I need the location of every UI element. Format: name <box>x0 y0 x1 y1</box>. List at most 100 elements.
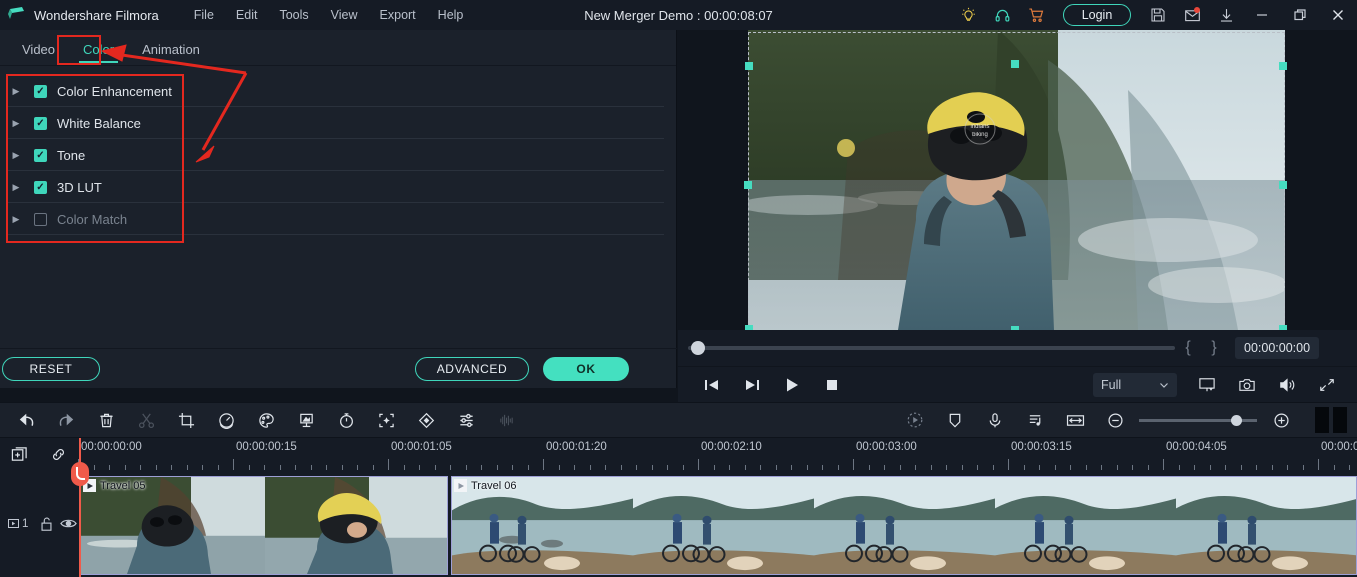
preview-video-frame[interactable]: indians biking <box>748 30 1285 330</box>
keyframe-icon[interactable] <box>406 402 446 438</box>
menu-view[interactable]: View <box>320 5 369 25</box>
save-icon[interactable] <box>1141 0 1175 30</box>
download-icon[interactable] <box>1209 0 1243 30</box>
checkbox-color-match[interactable] <box>34 212 47 226</box>
menu-help[interactable]: Help <box>427 5 475 25</box>
handle-top-left[interactable] <box>745 62 753 70</box>
quality-dropdown[interactable]: Full <box>1093 372 1177 397</box>
lightbulb-icon[interactable] <box>951 0 985 30</box>
crop-icon[interactable] <box>166 402 206 438</box>
redo-icon[interactable] <box>46 402 86 438</box>
zoom-in-button[interactable] <box>1261 402 1301 438</box>
mail-icon[interactable] <box>1175 0 1209 30</box>
minimize-button[interactable] <box>1243 0 1281 30</box>
handle-middle-right[interactable] <box>1279 181 1287 189</box>
tab-video[interactable]: Video <box>8 36 69 65</box>
chevron-right-icon[interactable]: ▶ <box>8 118 24 129</box>
zoom-slider[interactable] <box>1139 414 1257 426</box>
undo-icon[interactable] <box>6 402 46 438</box>
reset-button[interactable]: RESET <box>2 356 100 381</box>
preview-timecode[interactable]: 00:00:00:00 <box>1235 337 1320 359</box>
playhead[interactable] <box>79 438 81 577</box>
menu-export[interactable]: Export <box>369 5 427 25</box>
mark-out-button[interactable]: } <box>1201 339 1227 357</box>
login-button[interactable]: Login <box>1063 4 1131 26</box>
title-bar: Wondershare Filmora File Edit Tools View… <box>0 0 1357 30</box>
audio-waveform-icon[interactable] <box>486 402 526 438</box>
close-button[interactable] <box>1319 0 1357 30</box>
advanced-button[interactable]: ADVANCED <box>415 356 529 381</box>
handle-top-center[interactable] <box>1011 60 1019 68</box>
app-logo-icon <box>6 4 28 26</box>
effect-row-color-enhancement[interactable]: ▶ ✓ Color Enhancement <box>0 75 676 107</box>
chevron-right-icon[interactable]: ▶ <box>8 182 24 193</box>
timeline-ruler[interactable]: 00:00:00:00 00:00:00:15 00:00:01:05 00:0… <box>78 438 1357 470</box>
effect-row-tone[interactable]: ▶ ✓ Tone <box>0 139 676 171</box>
app-name: Wondershare Filmora <box>34 7 159 23</box>
snapshot-icon[interactable] <box>1227 367 1267 403</box>
clip-name: Travel 05 <box>100 479 146 492</box>
display-icon[interactable] <box>1187 367 1227 403</box>
timeline-track[interactable]: Travel 05 Travel 06 <box>78 470 1357 577</box>
cart-icon[interactable] <box>1019 0 1053 30</box>
timeline-clip[interactable]: Travel 05 <box>80 476 448 575</box>
volume-icon[interactable] <box>1267 367 1307 403</box>
render-preview-icon[interactable] <box>895 402 935 438</box>
play-button[interactable] <box>772 367 812 403</box>
ruler-tick <box>698 459 699 470</box>
green-screen-icon[interactable] <box>286 402 326 438</box>
maximize-button[interactable] <box>1281 0 1319 30</box>
ruler-label: 00:00:03:15 <box>1011 441 1072 453</box>
track-lock-icon[interactable] <box>36 509 56 539</box>
ok-button[interactable]: OK <box>543 356 629 381</box>
menu-tools[interactable]: Tools <box>268 5 319 25</box>
chevron-right-icon[interactable]: ▶ <box>8 214 24 225</box>
checkbox-color-enhancement[interactable]: ✓ <box>34 84 47 98</box>
speed-icon[interactable] <box>206 402 246 438</box>
voiceover-icon[interactable] <box>975 402 1015 438</box>
scrubber-track[interactable] <box>688 341 1175 355</box>
menu-edit[interactable]: Edit <box>225 5 269 25</box>
handle-middle-left[interactable] <box>744 181 752 189</box>
checkbox-3d-lut[interactable]: ✓ <box>34 180 47 194</box>
split-icon[interactable] <box>126 402 166 438</box>
effect-label: Color Enhancement <box>57 83 172 99</box>
mark-in-button[interactable]: { <box>1175 339 1201 357</box>
color-icon[interactable] <box>246 402 286 438</box>
effect-row-white-balance[interactable]: ▶ ✓ White Balance <box>0 107 676 139</box>
effect-row-color-match[interactable]: ▶ Color Match <box>0 203 676 235</box>
tab-animation[interactable]: Animation <box>128 36 214 65</box>
marker-icon[interactable] <box>935 402 975 438</box>
chevron-right-icon[interactable]: ▶ <box>8 150 24 161</box>
stop-button[interactable] <box>812 367 852 403</box>
tab-color[interactable]: Color <box>69 36 128 65</box>
zoom-slider-handle[interactable] <box>1231 414 1242 426</box>
prev-frame-button[interactable] <box>692 367 732 403</box>
timer-icon[interactable] <box>326 402 366 438</box>
audio-mixer-icon[interactable] <box>446 402 486 438</box>
fit-timeline-icon[interactable] <box>1055 402 1095 438</box>
motion-tracking-icon[interactable] <box>366 402 406 438</box>
thumbnail <box>995 477 1176 574</box>
playhead-handle[interactable] <box>71 462 89 486</box>
fullscreen-icon[interactable] <box>1307 367 1347 403</box>
effect-row-3d-lut[interactable]: ▶ ✓ 3D LUT <box>0 171 676 203</box>
effect-label: Tone <box>57 147 86 163</box>
scrubber-handle[interactable] <box>691 341 705 355</box>
next-frame-button[interactable] <box>732 367 772 403</box>
chevron-right-icon[interactable]: ▶ <box>8 86 24 97</box>
add-track-icon[interactable] <box>0 438 39 470</box>
ruler-label: 00:00:04:05 <box>1166 441 1227 453</box>
headphones-icon[interactable] <box>985 0 1019 30</box>
track-visibility-icon[interactable] <box>58 509 78 539</box>
audio-detach-icon[interactable] <box>1015 402 1055 438</box>
timeline-clip[interactable]: Travel 06 <box>451 476 1357 575</box>
checkbox-tone[interactable]: ✓ <box>34 148 47 162</box>
delete-icon[interactable] <box>86 402 126 438</box>
clip-name: Travel 06 <box>471 479 517 492</box>
handle-top-right[interactable] <box>1279 62 1287 70</box>
ruler-label: 00:00:01:20 <box>546 441 607 453</box>
checkbox-white-balance[interactable]: ✓ <box>34 116 47 130</box>
zoom-out-button[interactable] <box>1095 402 1135 438</box>
menu-file[interactable]: File <box>183 5 225 25</box>
